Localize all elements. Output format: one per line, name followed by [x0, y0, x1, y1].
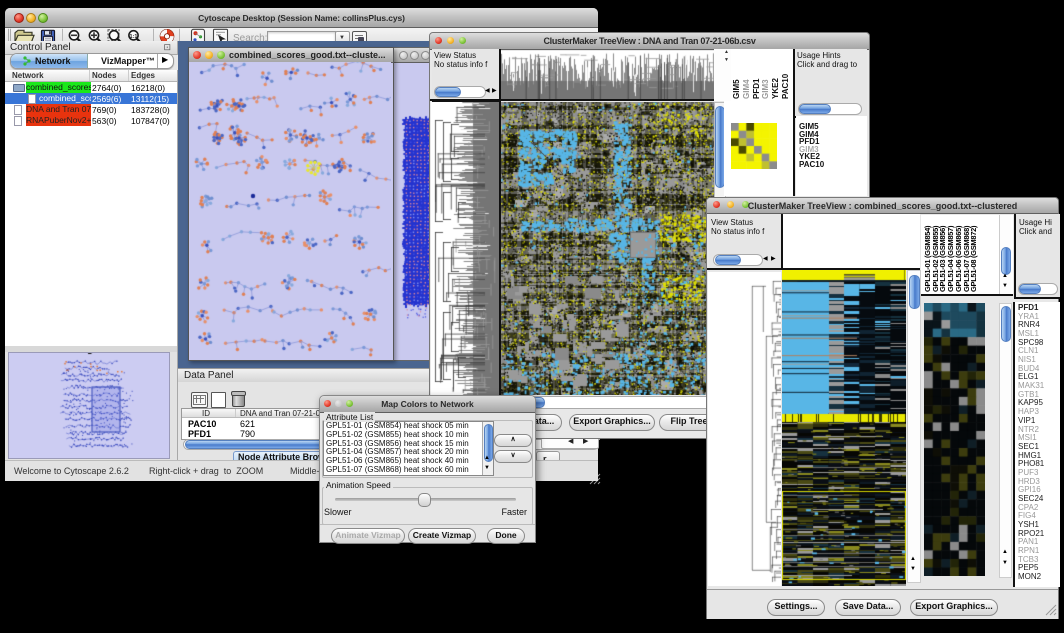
svg-text:1:1: 1:1: [130, 34, 138, 40]
